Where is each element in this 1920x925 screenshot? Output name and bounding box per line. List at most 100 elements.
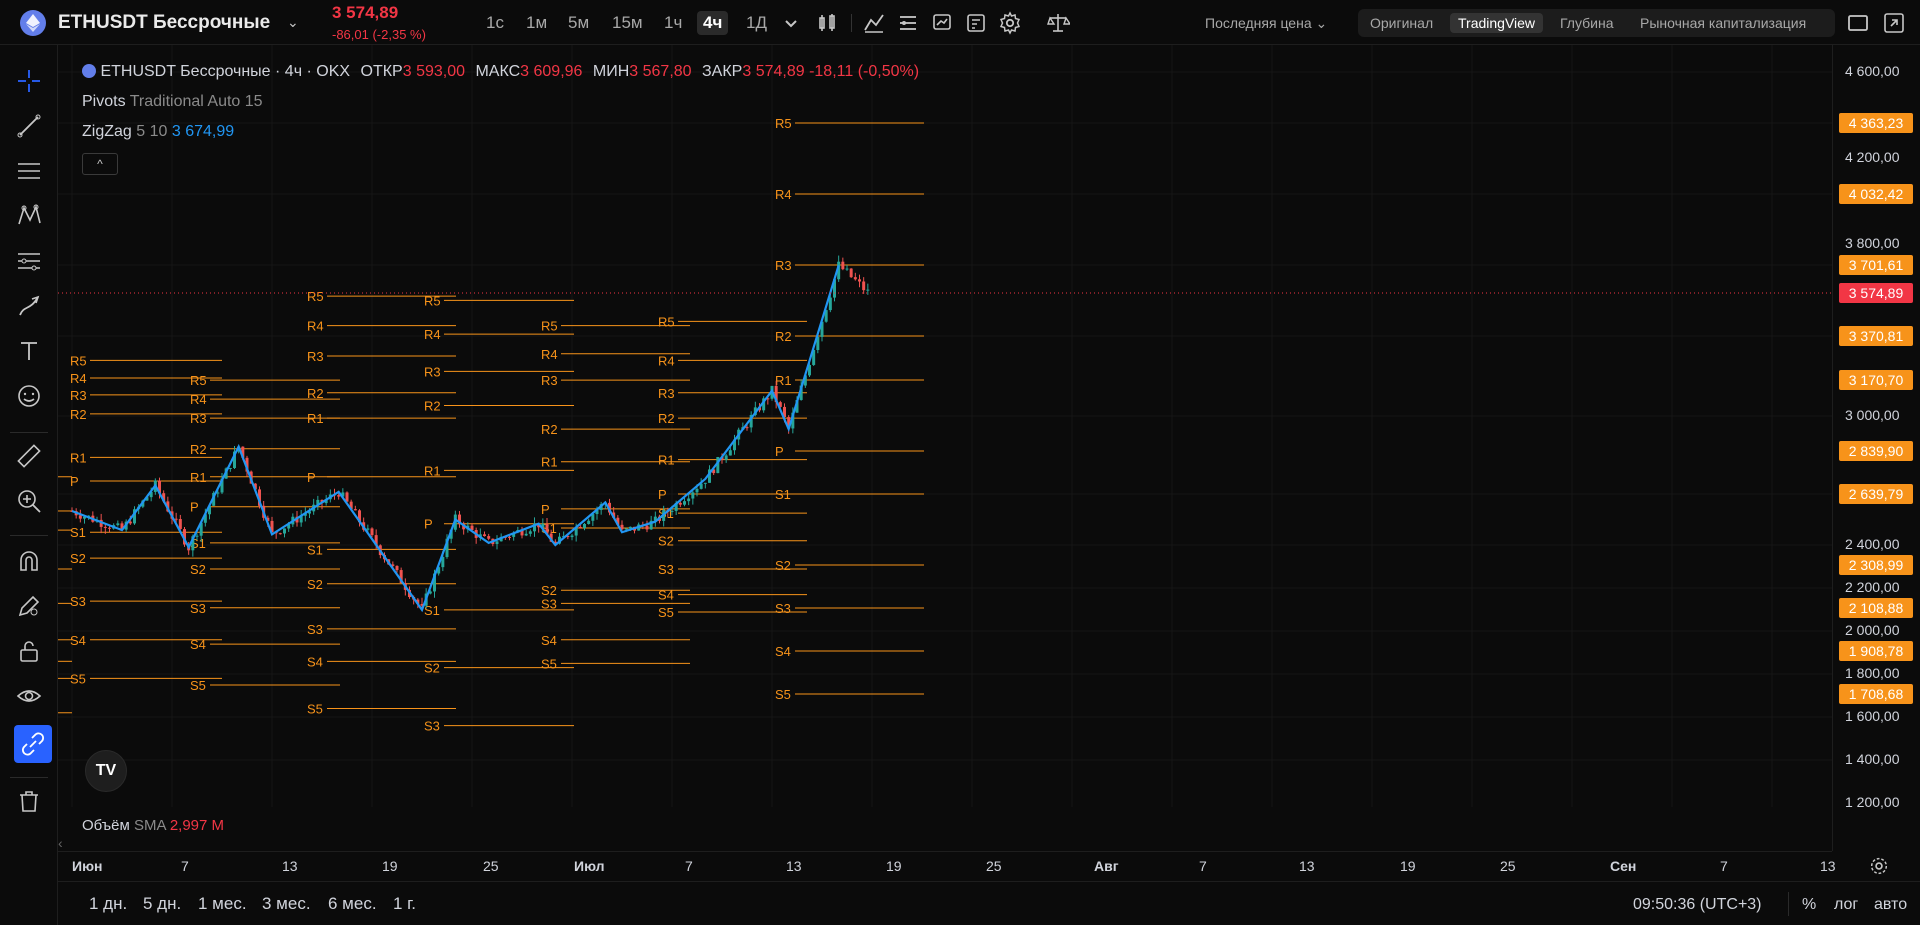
price-tick: 1 600,00: [1845, 708, 1900, 724]
percent-toggle[interactable]: %: [1802, 896, 1816, 914]
time-tick: 19: [382, 858, 398, 874]
candle-body: [587, 520, 591, 524]
pivot-price-tag: 3 701,61: [1839, 255, 1913, 275]
eye-icon[interactable]: [15, 682, 43, 710]
trash-icon[interactable]: [15, 787, 43, 815]
time-tick: 7: [685, 858, 693, 874]
symbol-dropdown-icon[interactable]: ⌄: [287, 14, 299, 31]
price-tick: 2 000,00: [1845, 622, 1900, 638]
settings-gear-icon[interactable]: [998, 11, 1022, 35]
fib-tools-icon[interactable]: [15, 247, 43, 275]
emoji-icon[interactable]: [15, 382, 43, 410]
chart-grid: [58, 45, 1832, 807]
pivot-label-p: P: [541, 502, 550, 517]
scales-icon[interactable]: [1046, 11, 1072, 35]
expand-icon[interactable]: [1882, 11, 1906, 35]
time-tick: 7: [1199, 858, 1207, 874]
timezone-clock[interactable]: 09:50:36 (UTC+3): [1633, 896, 1762, 914]
price-tick: 2 400,00: [1845, 536, 1900, 552]
pattern-icon[interactable]: [15, 202, 43, 230]
toolbar-divider: [851, 14, 852, 32]
chevron-down-icon: ⌄: [1315, 15, 1328, 31]
pivot-price-tag: 1 708,68: [1839, 684, 1913, 704]
link-icon[interactable]: [14, 725, 52, 763]
text-tool-icon[interactable]: [15, 337, 43, 365]
auto-toggle[interactable]: авто: [1874, 896, 1907, 914]
pivot-label-r1: R1: [70, 450, 87, 465]
timeframe-1d[interactable]: 1Д: [740, 11, 773, 35]
pivot-label-r3: R3: [70, 388, 87, 403]
time-axis[interactable]: Июн 7 13 19 25 Июл 7 13 19 25 Авг 7 13 19 25 Сен 7 13: [58, 851, 1836, 881]
zigzag-legend[interactable]: ZigZag 5 10 3 674,99: [82, 123, 234, 141]
tab-market-cap[interactable]: Рыночная капитализация: [1632, 13, 1814, 33]
fullscreen-window-icon[interactable]: [1846, 11, 1870, 35]
pivot-label-s1: S1: [775, 487, 791, 502]
timeframe-5m[interactable]: 5м: [562, 11, 595, 35]
lock-icon[interactable]: [15, 637, 43, 665]
timeframe-1h[interactable]: 1ч: [658, 11, 688, 35]
pivot-label-r2: R2: [307, 386, 324, 401]
stay-in-draw-mode-icon[interactable]: [15, 592, 43, 620]
candle-body: [78, 515, 82, 519]
pivot-label-s4: S4: [658, 588, 674, 603]
pivot-label-r4: R4: [70, 371, 87, 386]
chart-pane[interactable]: R5 R4 R3 R2 R1 P S1 S2 S3 S4 S5 R5 R4 R3 R2 R1 P S1 S2 S3 S4…: [58, 45, 1832, 807]
range-3m[interactable]: 3 мес.: [262, 894, 311, 914]
timeframe-1s[interactable]: 1с: [480, 11, 510, 35]
price-type-select[interactable]: Последняя цена ⌄: [1205, 15, 1327, 32]
pivots-legend[interactable]: Pivots Traditional Auto 15: [82, 93, 263, 111]
time-tick: 25: [986, 858, 1002, 874]
crosshair-icon[interactable]: [15, 67, 43, 95]
pivot-price-tag: 3 170,70: [1839, 370, 1913, 390]
candle-type-icon[interactable]: [815, 11, 839, 35]
pivot-label-r1: R1: [658, 453, 675, 468]
pivot-label-r4: R4: [775, 187, 792, 202]
zoom-in-icon[interactable]: [15, 487, 43, 515]
tradingview-logo-icon[interactable]: TV: [85, 750, 127, 792]
pivot-label-s5: S5: [775, 687, 791, 702]
layout-list-icon[interactable]: [896, 11, 920, 35]
candle-body: [862, 281, 866, 291]
pivot-label-r2: R2: [658, 411, 675, 426]
collapse-legend-button[interactable]: ^: [82, 153, 118, 175]
symbol-name[interactable]: ETHUSDT Бессрочные: [58, 12, 270, 34]
legend-high: 3 609,96: [520, 63, 583, 80]
tab-original[interactable]: Оригинал: [1362, 13, 1441, 33]
range-6m[interactable]: 6 мес.: [328, 894, 377, 914]
timeframe-15m[interactable]: 15м: [606, 11, 649, 35]
alert-chart-icon[interactable]: [930, 11, 954, 35]
candle-body: [728, 450, 732, 456]
collapse-toolbar-icon[interactable]: ‹: [58, 835, 63, 851]
zigzag-name: ZigZag: [82, 123, 132, 140]
pivot-label-s1: S1: [70, 525, 86, 540]
range-1d[interactable]: 1 дн.: [89, 894, 127, 914]
tab-tradingview[interactable]: TradingView: [1450, 13, 1544, 33]
time-tick: 25: [483, 858, 499, 874]
volume-legend[interactable]: Объём SMA 2,997 M: [82, 817, 224, 834]
tab-depth[interactable]: Глубина: [1552, 13, 1621, 33]
pivot-label-s5: S5: [307, 702, 323, 717]
legend-title[interactable]: ETHUSDT Бессрочные · 4ч · OKX: [100, 63, 350, 80]
range-1m[interactable]: 1 мес.: [198, 894, 247, 914]
ruler-icon[interactable]: [15, 442, 43, 470]
axis-settings-gear-icon[interactable]: [1868, 855, 1890, 877]
symbol-legend-icon: [82, 64, 96, 78]
range-5d[interactable]: 5 дн.: [143, 894, 181, 914]
pivot-label-s3: S3: [541, 596, 557, 611]
volume-value: 2,997 M: [169, 817, 225, 834]
timeframe-4h[interactable]: 4ч: [697, 11, 729, 35]
range-1y[interactable]: 1 г.: [393, 894, 416, 914]
timeframe-dropdown-icon[interactable]: [779, 11, 801, 35]
brush-icon[interactable]: [15, 292, 43, 320]
replay-icon[interactable]: [964, 11, 988, 35]
log-toggle[interactable]: лог: [1834, 896, 1858, 914]
price-axis[interactable]: 4 600,00 4 200,00 3 800,00 3 000,00 2 400,00…: [1832, 45, 1920, 851]
candle-body: [858, 279, 861, 282]
timeframe-1m[interactable]: 1м: [520, 11, 553, 35]
indicators-icon[interactable]: [862, 11, 886, 35]
horizontal-lines-icon[interactable]: [15, 157, 43, 185]
magnet-icon[interactable]: [15, 547, 43, 575]
trend-line-icon[interactable]: [15, 112, 43, 140]
pivot-label-s4: S4: [775, 644, 791, 659]
pivot-label-r4: R4: [190, 392, 207, 407]
